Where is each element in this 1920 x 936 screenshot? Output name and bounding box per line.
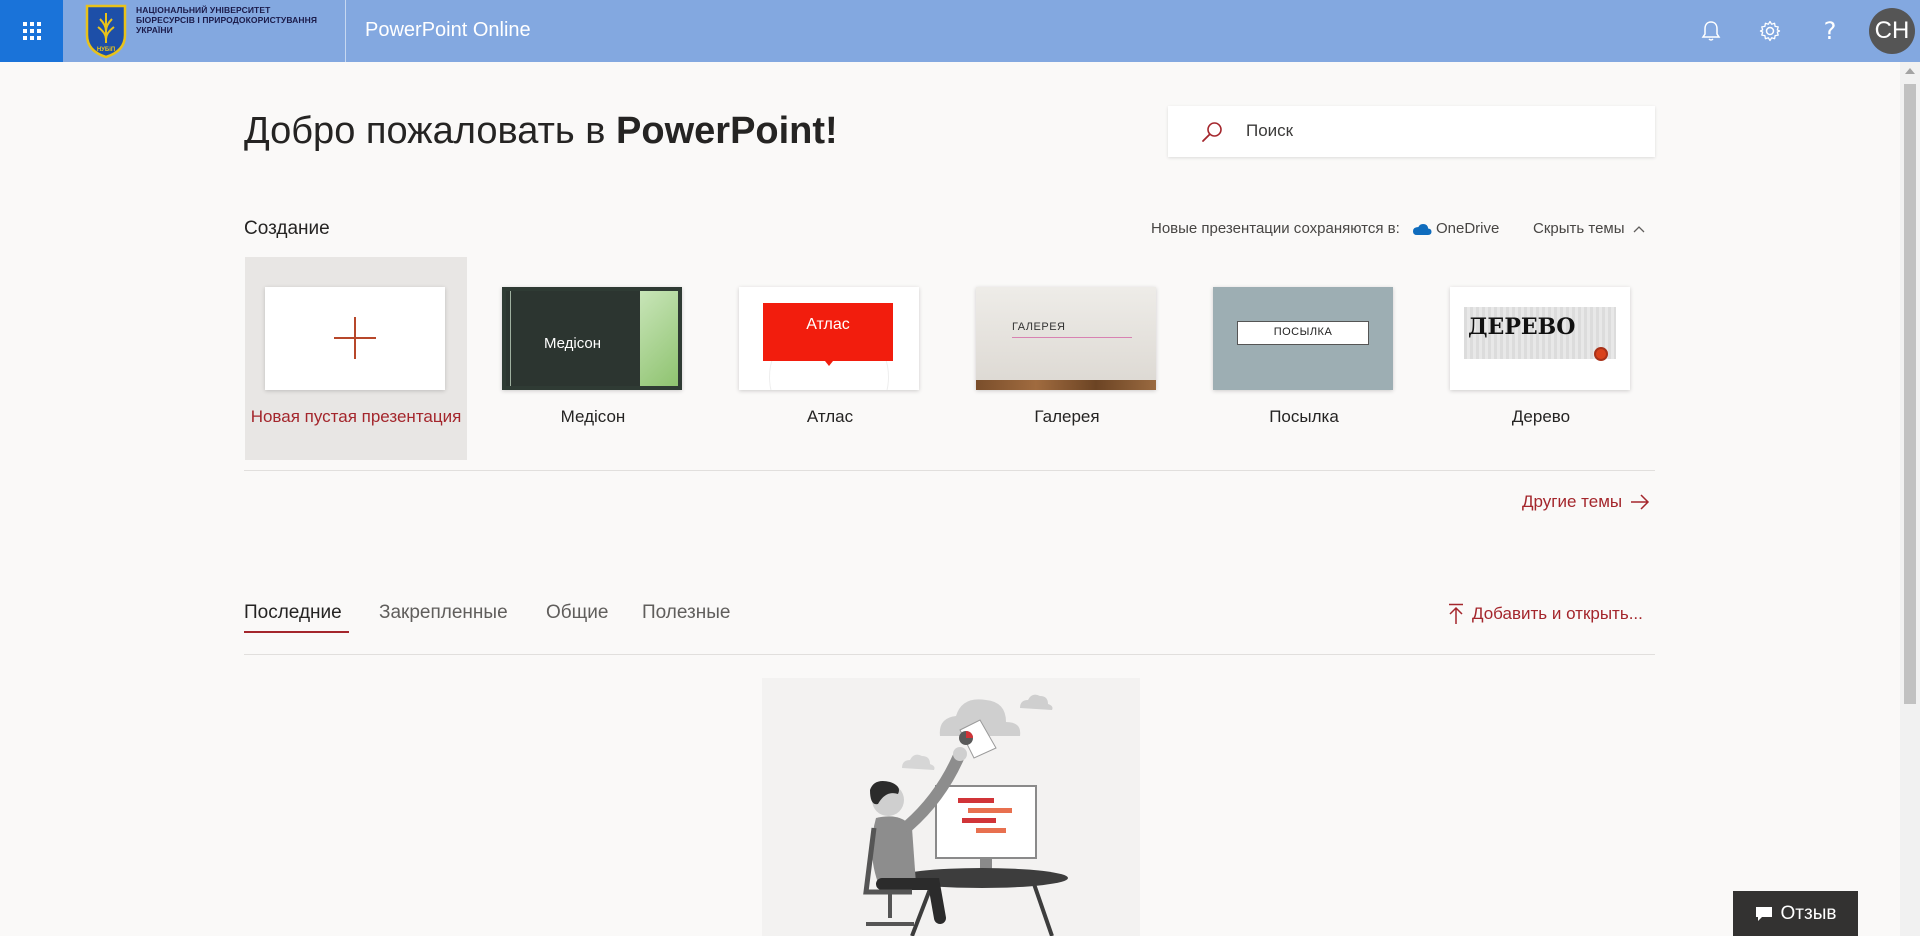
app-title[interactable]: PowerPoint Online [365, 19, 531, 42]
scroll-up-arrow[interactable] [1905, 68, 1915, 74]
help-icon: ? [1823, 17, 1837, 45]
template-label: Галерея [1034, 407, 1100, 426]
template-label: Медісон [560, 407, 626, 426]
template-atlas[interactable]: Атлас Атлас [719, 257, 941, 460]
template-thumbnail [265, 287, 445, 390]
app-launcher-button[interactable] [0, 0, 63, 62]
feedback-chat-icon [1755, 906, 1772, 921]
section-divider [244, 470, 1655, 471]
account-avatar[interactable]: CH [1869, 8, 1915, 54]
more-themes-label: Другие темы [1522, 492, 1623, 511]
gear-icon [1759, 20, 1781, 42]
thumbnail-text: ГАЛЕРЕЯ [1012, 321, 1066, 333]
onedrive-cloud-icon [1413, 223, 1432, 235]
welcome-brand: PowerPoint! [616, 110, 838, 152]
upload-icon [1449, 603, 1463, 624]
template-label: Посылка [1269, 407, 1339, 426]
create-section-title: Создание [244, 218, 330, 239]
upload-and-open-button[interactable]: Добавить и открыть... [1448, 603, 1643, 625]
hide-themes-toggle[interactable]: Скрыть темы [1533, 220, 1645, 237]
template-blank[interactable]: Новая пустая презентация [245, 257, 467, 460]
template-label: Дерево [1511, 407, 1571, 426]
template-thumbnail: ПОСЫЛКА [1213, 287, 1393, 390]
more-themes-link[interactable]: Другие темы [1522, 492, 1650, 512]
welcome-heading: Добро пожаловать в PowerPoint! [244, 110, 838, 153]
welcome-prefix: Добро пожаловать в [244, 110, 617, 152]
tab-pinned[interactable]: Закрепленные [379, 602, 508, 624]
hide-themes-label: Скрыть темы [1533, 220, 1625, 237]
university-logo[interactable]: НУБіП [84, 3, 128, 59]
thumbnail-text: Атлас [806, 316, 850, 333]
scroll-thumb[interactable] [1904, 84, 1916, 704]
feedback-button[interactable]: Отзыв [1733, 891, 1858, 936]
feedback-label: Отзыв [1780, 902, 1837, 924]
onedrive-label: OneDrive [1436, 220, 1500, 237]
tab-label: Полезные [642, 602, 731, 623]
tab-shared[interactable]: Общие [546, 602, 608, 624]
org-name-line: НАЦІОНАЛЬНИЙ УНІВЕРСИТЕТ [136, 5, 271, 15]
tab-recent[interactable]: Последние [244, 602, 349, 633]
bell-icon [1701, 21, 1721, 41]
thumbnail-text: ДЕРЕВО [1468, 314, 1576, 340]
help-button[interactable]: ? [1800, 0, 1860, 62]
upload-and-open-label: Добавить и открыть... [1472, 604, 1643, 623]
logo-text: НУБіП [97, 47, 115, 53]
org-name-line: УКРАЇНИ [136, 25, 173, 35]
tab-discover[interactable]: Полезные [642, 602, 730, 624]
active-tab-indicator [244, 631, 349, 633]
onedrive-link[interactable]: OneDrive [1412, 220, 1499, 237]
notifications-button[interactable] [1681, 0, 1741, 62]
save-location-note: Новые презентации сохраняются в: [1151, 220, 1400, 237]
template-label: Атлас [806, 407, 854, 426]
app-launcher-icon [22, 22, 41, 40]
empty-state-illustration [762, 678, 1140, 936]
template-wood-type[interactable]: ДЕРЕВО Дерево [1430, 257, 1652, 460]
template-thumbnail: Медісон [502, 287, 682, 390]
search-input[interactable] [1246, 116, 1626, 146]
template-madison[interactable]: Медісон Медісон [482, 257, 704, 460]
template-gallery-theme[interactable]: ГАЛЕРЕЯ Галерея [956, 257, 1178, 460]
template-thumbnail: Атлас [739, 287, 919, 390]
thumbnail-text: Медісон [544, 335, 602, 352]
settings-button[interactable] [1740, 0, 1800, 62]
chevron-up-icon [1633, 225, 1644, 232]
page-scrollbar[interactable] [1900, 62, 1920, 936]
app-header: НУБіП НАЦІОНАЛЬНИЙ УНІВЕРСИТЕТ БІОРЕСУРС… [0, 0, 1920, 62]
tab-label: Последние [244, 602, 342, 623]
thumbnail-text: ПОСЫЛКА [1273, 326, 1333, 338]
tab-label: Общие [546, 602, 609, 623]
template-label: Новая пустая презентация [250, 407, 462, 426]
search-box[interactable] [1168, 106, 1655, 157]
header-divider [345, 0, 346, 62]
template-parcel[interactable]: ПОСЫЛКА Посылка [1193, 257, 1415, 460]
tab-label: Закрепленные [379, 602, 508, 623]
template-thumbnail: ДЕРЕВО [1450, 287, 1630, 390]
list-divider [244, 654, 1655, 655]
search-icon [1202, 122, 1222, 142]
template-gallery: Новая пустая презентация Медісон Медісон… [245, 257, 1655, 460]
org-name-line: БІОРЕСУРСІВ І ПРИРОДОКОРИСТУВАННЯ [136, 15, 318, 25]
plus-icon [334, 317, 376, 359]
template-thumbnail: ГАЛЕРЕЯ [976, 287, 1156, 390]
org-name: НАЦІОНАЛЬНИЙ УНІВЕРСИТЕТ БІОРЕСУРСІВ І П… [136, 5, 336, 35]
arrow-right-icon [1631, 494, 1650, 510]
